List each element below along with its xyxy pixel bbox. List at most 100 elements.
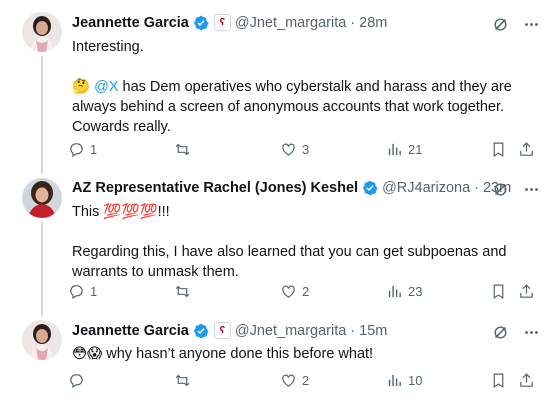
thread-line xyxy=(41,222,43,316)
reply-count: 1 xyxy=(90,142,98,157)
share-icon xyxy=(520,373,533,387)
repost-button[interactable] xyxy=(174,372,196,389)
separator-dot: · xyxy=(350,14,356,31)
tweet-text: Interesting. 🤔 @X has Dem operatives who… xyxy=(72,37,542,137)
bookmark-button[interactable] xyxy=(490,141,507,158)
grok-icon[interactable] xyxy=(492,16,509,33)
tweet-text-body: has Dem operatives who cyberstalk and ha… xyxy=(72,79,512,135)
views-button[interactable]: 21 xyxy=(386,141,422,158)
tweet-text-line: This 💯💯💯!!! xyxy=(72,202,542,222)
views-icon xyxy=(388,285,401,298)
tweet-text-body: This xyxy=(72,204,104,220)
bookmark-button[interactable] xyxy=(490,372,507,389)
reply-icon xyxy=(70,143,83,157)
repost-icon xyxy=(175,285,190,298)
like-button[interactable]: 2 xyxy=(280,372,309,389)
tweet-text-exclaim: !!! xyxy=(157,204,170,220)
tweet-text: This 💯💯💯!!! Regarding this, I have also … xyxy=(72,202,542,282)
tweet-top-icons xyxy=(492,181,540,198)
verified-icon xyxy=(194,323,209,338)
tweet-text-body: why hasn’t anyone done this before what! xyxy=(102,346,374,362)
views-icon xyxy=(388,374,401,387)
avatar[interactable] xyxy=(22,178,62,218)
reply-button[interactable]: 1 xyxy=(68,141,97,158)
mention-link[interactable]: @X xyxy=(94,79,118,95)
grok-icon[interactable] xyxy=(492,181,509,198)
bookmark-icon xyxy=(493,284,504,300)
repost-icon xyxy=(175,143,190,156)
verified-icon xyxy=(194,15,209,30)
like-button[interactable]: 2 xyxy=(280,283,309,300)
share-button[interactable] xyxy=(518,372,535,389)
tweet-3[interactable]: Jeannette Garcia ʕ @Jnet_margarita · 15m… xyxy=(0,310,558,402)
verified-icon xyxy=(363,180,378,196)
grok-icon[interactable] xyxy=(492,324,509,341)
bookmark-icon xyxy=(493,142,504,158)
reply-button[interactable] xyxy=(68,372,90,389)
more-icon[interactable] xyxy=(523,16,540,33)
like-count: 2 xyxy=(302,373,310,388)
tweet-header: Jeannette Garcia ʕ @Jnet_margarita · 15m xyxy=(72,322,387,339)
share-button[interactable] xyxy=(518,141,535,158)
tweet-actions: 1 2 23 xyxy=(68,283,538,303)
tweet-actions: 2 10 xyxy=(68,372,538,392)
timestamp[interactable]: 28m xyxy=(359,15,387,31)
views-icon xyxy=(388,143,401,156)
share-button[interactable] xyxy=(518,283,535,300)
separator-dot: · xyxy=(474,180,479,196)
repost-icon xyxy=(175,374,190,387)
tweet-actions: 1 3 21 xyxy=(68,141,538,161)
tweet-text-paragraph: 🤔 @X has Dem operatives who cyberstalk a… xyxy=(72,77,542,137)
tweet-text: 😳😱 why hasn’t anyone done this before wh… xyxy=(72,344,542,364)
separator-dot: · xyxy=(350,322,356,339)
bookmark-button[interactable] xyxy=(490,283,507,300)
repost-button[interactable] xyxy=(174,283,196,300)
repost-button[interactable] xyxy=(174,141,196,158)
thinking-emoji: 🤔 xyxy=(72,79,91,95)
shock-emoji: 😳😱 xyxy=(72,346,103,362)
reply-icon xyxy=(70,374,83,388)
author-name[interactable]: AZ Representative Rachel (Jones) Keshel xyxy=(72,180,358,196)
share-icon xyxy=(520,284,533,298)
tweet-top-icons xyxy=(492,324,540,341)
views-button[interactable]: 10 xyxy=(386,372,422,389)
share-icon xyxy=(520,142,533,156)
author-handle[interactable]: @Jnet_margarita xyxy=(235,323,346,339)
views-count: 21 xyxy=(408,142,423,157)
like-icon xyxy=(282,285,295,298)
like-count: 2 xyxy=(302,284,310,299)
more-icon[interactable] xyxy=(523,324,540,341)
like-icon xyxy=(282,374,295,387)
views-button[interactable]: 23 xyxy=(386,283,422,300)
tweet-2[interactable]: AZ Representative Rachel (Jones) Keshel … xyxy=(0,170,558,316)
like-count: 3 xyxy=(302,142,310,157)
tweet-thread: Jeannette Garcia ʕ @Jnet_margarita · 28m… xyxy=(0,0,558,402)
tweet-header: AZ Representative Rachel (Jones) Keshel … xyxy=(72,180,511,196)
author-name[interactable]: Jeannette Garcia xyxy=(72,15,189,31)
thread-line xyxy=(41,56,43,174)
more-icon[interactable] xyxy=(523,181,540,198)
author-handle[interactable]: @RJ4arizona xyxy=(382,180,470,196)
tweet-top-icons xyxy=(492,16,540,33)
reply-icon xyxy=(70,285,83,299)
author-handle[interactable]: @Jnet_margarita xyxy=(235,15,346,31)
tweet-text-line: 😳😱 why hasn’t anyone done this before wh… xyxy=(72,344,542,364)
affiliate-badge[interactable]: ʕ xyxy=(213,14,231,31)
like-button[interactable]: 3 xyxy=(280,141,309,158)
tweet-text-line: Interesting. xyxy=(72,39,144,55)
tweet-header: Jeannette Garcia ʕ @Jnet_margarita · 28m xyxy=(72,14,387,31)
like-icon xyxy=(282,143,295,156)
tweet-1[interactable]: Jeannette Garcia ʕ @Jnet_margarita · 28m… xyxy=(0,0,558,174)
hundred-emoji: 💯💯💯 xyxy=(103,204,158,220)
timestamp[interactable]: 15m xyxy=(359,323,387,339)
views-count: 10 xyxy=(408,373,423,388)
reply-count: 1 xyxy=(90,284,98,299)
avatar[interactable] xyxy=(22,12,62,52)
author-name[interactable]: Jeannette Garcia xyxy=(72,323,189,339)
avatar[interactable] xyxy=(22,320,62,360)
affiliate-badge[interactable]: ʕ xyxy=(213,322,231,339)
reply-button[interactable]: 1 xyxy=(68,283,97,300)
views-count: 23 xyxy=(408,284,423,299)
bookmark-icon xyxy=(493,373,504,389)
tweet-text-paragraph: Regarding this, I have also learned that… xyxy=(72,244,507,280)
